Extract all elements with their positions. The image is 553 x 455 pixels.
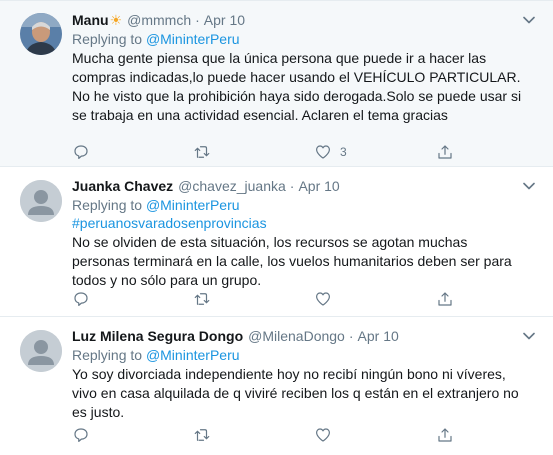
avatar[interactable] bbox=[20, 13, 62, 55]
replying-to: Replying to @MininterPeru bbox=[72, 30, 525, 48]
share-button[interactable] bbox=[436, 288, 454, 310]
reply-icon bbox=[74, 292, 88, 306]
tweet-text: Yo soy divorciada independiente hoy no r… bbox=[72, 366, 519, 420]
share-button[interactable] bbox=[436, 424, 454, 446]
share-icon bbox=[438, 145, 452, 159]
display-name[interactable]: Manu bbox=[72, 12, 109, 28]
default-avatar-icon bbox=[20, 180, 62, 222]
mention-link[interactable]: @MininterPeru bbox=[146, 197, 240, 213]
tweet-header: Juanka Chavez @chavez_juanka · Apr 10 bbox=[72, 177, 525, 195]
replying-to-label: Replying to bbox=[72, 347, 143, 363]
display-name[interactable]: Juanka Chavez bbox=[72, 178, 173, 194]
timestamp[interactable]: Apr 10 bbox=[358, 328, 399, 344]
share-button[interactable] bbox=[436, 141, 454, 163]
separator: · bbox=[348, 328, 354, 344]
sun-emoji: ☀ bbox=[109, 12, 123, 28]
retweet-button[interactable] bbox=[192, 424, 212, 446]
like-button[interactable]: 3 bbox=[314, 141, 347, 163]
share-icon bbox=[438, 292, 452, 306]
display-name[interactable]: Luz Milena Segura Dongo bbox=[72, 328, 243, 344]
username[interactable]: @mmmch bbox=[127, 12, 191, 28]
avatar[interactable] bbox=[20, 330, 62, 372]
tweet-body: Manu☀ @mmmch · Apr 10 Replying to @Mininter… bbox=[72, 11, 525, 125]
separator: · bbox=[289, 178, 295, 194]
timestamp[interactable]: Apr 10 bbox=[204, 12, 245, 28]
mention-link[interactable]: @MininterPeru bbox=[146, 31, 240, 47]
tweet-card[interactable]: Juanka Chavez @chavez_juanka · Apr 10 Reply… bbox=[0, 167, 553, 317]
like-button[interactable] bbox=[314, 288, 332, 310]
reply-thread: Manu☀ @mmmch · Apr 10 Replying to @Mininter… bbox=[0, 0, 553, 455]
tweet-card[interactable]: Luz Milena Segura Dongo @MilenaDongo · Apr … bbox=[0, 317, 553, 455]
tweet-text: No se olviden de esta situación, los rec… bbox=[72, 234, 512, 288]
replying-to-label: Replying to bbox=[72, 197, 143, 213]
tweet-text: Mucha gente piensa que la única persona … bbox=[72, 50, 522, 123]
tweet-header: Manu☀ @mmmch · Apr 10 bbox=[72, 11, 525, 29]
retweet-button[interactable] bbox=[192, 141, 212, 163]
retweet-button[interactable] bbox=[192, 288, 212, 310]
like-button[interactable] bbox=[314, 424, 332, 446]
reply-icon bbox=[74, 428, 88, 442]
replying-to: Replying to @MininterPeru bbox=[72, 196, 525, 214]
share-icon bbox=[438, 428, 452, 442]
reply-button[interactable] bbox=[72, 141, 90, 163]
timestamp[interactable]: Apr 10 bbox=[298, 178, 339, 194]
retweet-icon bbox=[194, 293, 210, 305]
replying-to: Replying to @MininterPeru bbox=[72, 346, 525, 364]
retweet-icon bbox=[194, 146, 210, 158]
reply-button[interactable] bbox=[72, 288, 90, 310]
reply-icon bbox=[74, 145, 88, 159]
username[interactable]: @MilenaDongo bbox=[248, 328, 345, 344]
action-bar bbox=[72, 288, 513, 310]
tweet-card[interactable]: Manu☀ @mmmch · Apr 10 Replying to @Mininter… bbox=[0, 0, 553, 167]
username[interactable]: @chavez_juanka bbox=[178, 178, 286, 194]
tweet-body: Luz Milena Segura Dongo @MilenaDongo · Apr … bbox=[72, 327, 525, 422]
reply-button[interactable] bbox=[72, 424, 90, 446]
retweet-icon bbox=[194, 429, 210, 441]
mention-link[interactable]: @MininterPeru bbox=[146, 347, 240, 363]
default-avatar-icon bbox=[20, 330, 62, 372]
heart-icon bbox=[316, 428, 330, 442]
replying-to-label: Replying to bbox=[72, 31, 143, 47]
heart-icon bbox=[316, 145, 330, 159]
action-bar: 3 bbox=[72, 141, 513, 163]
tweet-body: Juanka Chavez @chavez_juanka · Apr 10 Reply… bbox=[72, 177, 525, 290]
heart-icon bbox=[316, 292, 330, 306]
hashtag-link[interactable]: #peruanosvaradosenprovincias bbox=[72, 214, 525, 232]
separator: · bbox=[195, 12, 200, 28]
like-count: 3 bbox=[340, 145, 347, 159]
action-bar bbox=[72, 424, 513, 446]
profile-photo bbox=[20, 13, 62, 55]
tweet-header: Luz Milena Segura Dongo @MilenaDongo · Apr … bbox=[72, 327, 525, 345]
avatar[interactable] bbox=[20, 180, 62, 222]
